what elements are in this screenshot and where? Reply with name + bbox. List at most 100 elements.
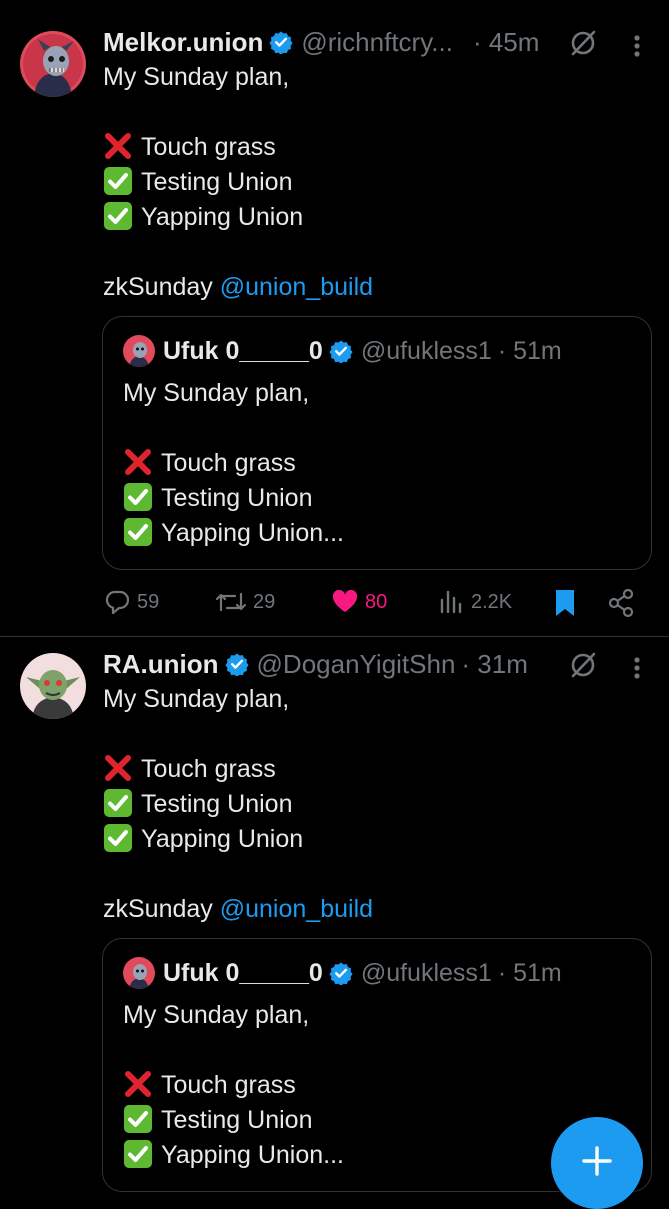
check-mark-emoji: [123, 1139, 153, 1169]
text-line: zkSunday @union_build: [103, 270, 373, 305]
verified-badge-icon: [269, 30, 293, 55]
reply-icon: [103, 588, 131, 616]
list-item-text: Testing Union: [141, 790, 293, 818]
verified-badge-icon: [224, 652, 249, 677]
repost-icon: [215, 588, 247, 616]
text-line: Touch grass: [123, 446, 344, 481]
list-item-text: Testing Union: [161, 484, 313, 512]
verified-badge-icon: [329, 339, 353, 364]
list-item-text: Yapping Union: [141, 825, 304, 853]
like-button[interactable]: 80: [331, 588, 387, 616]
tweet-text: My Sunday plan, Touch grass Testing Unio…: [103, 60, 373, 305]
hashtag-text: zkSunday: [103, 273, 220, 301]
user-handle[interactable]: @ufukless1: [361, 959, 492, 988]
text-line: My Sunday plan,: [103, 63, 290, 91]
quote-tweet[interactable]: Ufuk 0_____0 @ufukless1 · 51m My Sunday …: [102, 316, 652, 570]
user-handle[interactable]: @ufukless1: [361, 337, 492, 366]
list-item-text: Touch grass: [141, 133, 276, 161]
action-bar: 59 29 80 2.2K: [103, 584, 639, 624]
views-button[interactable]: 2.2K: [439, 588, 512, 616]
text-line: Testing Union: [123, 481, 344, 516]
display-name[interactable]: RA.union: [103, 649, 219, 680]
share-icon: [607, 588, 635, 618]
display-name[interactable]: Ufuk 0_____0: [163, 337, 323, 366]
avatar[interactable]: [123, 957, 155, 989]
repost-count: 29: [253, 590, 276, 613]
list-item-text: Touch grass: [161, 449, 296, 477]
text-line: Testing Union: [103, 787, 373, 822]
text-line: Testing Union: [123, 1103, 344, 1138]
text-line: My Sunday plan,: [123, 1001, 310, 1029]
timestamp[interactable]: · 51m: [498, 959, 562, 988]
mention-link[interactable]: @union_build: [220, 273, 373, 301]
quote-text: My Sunday plan, Touch grass Testing Unio…: [123, 998, 344, 1173]
cross-mark-emoji: [103, 131, 133, 161]
list-item-text: Testing Union: [161, 1106, 313, 1134]
reply-button[interactable]: 59: [103, 588, 159, 616]
check-mark-emoji: [123, 517, 153, 547]
list-item-text: Touch grass: [161, 1071, 296, 1099]
list-item-text: Yapping Union...: [161, 519, 344, 547]
tweet-header: RA.union @DoganYigitShn · 31m: [103, 646, 649, 682]
timestamp[interactable]: · 51m: [498, 337, 562, 366]
text-line: zkSunday @union_build: [103, 892, 373, 927]
check-mark-emoji: [123, 482, 153, 512]
reply-count: 59: [137, 590, 160, 613]
text-line: Touch grass: [103, 130, 373, 165]
avatar[interactable]: [123, 335, 155, 367]
list-item-text: Testing Union: [141, 168, 293, 196]
text-line: My Sunday plan,: [103, 685, 290, 713]
text-line: Testing Union: [103, 165, 373, 200]
tweet[interactable]: Melkor.union @richnftcry... · 45m My Sun…: [0, 0, 669, 636]
heart-icon: [331, 588, 359, 616]
timestamp[interactable]: · 45m: [473, 27, 539, 58]
quote-header: Ufuk 0_____0 @ufukless1 · 51m: [163, 955, 562, 991]
more-icon[interactable]: [632, 33, 642, 59]
compose-button[interactable]: [551, 1117, 643, 1209]
list-item-text: Touch grass: [141, 755, 276, 783]
bookmark-icon: [553, 588, 577, 618]
share-button[interactable]: [607, 588, 635, 618]
check-mark-emoji: [103, 788, 133, 818]
more-icon[interactable]: [632, 655, 642, 681]
quote-header: Ufuk 0_____0 @ufukless1 · 51m: [163, 333, 562, 369]
text-line: Touch grass: [123, 1068, 344, 1103]
check-mark-emoji: [103, 166, 133, 196]
text-line: My Sunday plan,: [123, 379, 310, 407]
timestamp[interactable]: · 31m: [461, 649, 527, 680]
cross-mark-emoji: [123, 447, 153, 477]
cross-mark-emoji: [123, 1069, 153, 1099]
repost-button[interactable]: 29: [215, 588, 275, 616]
check-mark-emoji: [123, 1104, 153, 1134]
display-name[interactable]: Ufuk 0_____0: [163, 959, 323, 988]
grok-icon[interactable]: [569, 651, 597, 679]
avatar[interactable]: [20, 31, 86, 97]
avatar[interactable]: [20, 653, 86, 719]
mention-link[interactable]: @union_build: [220, 895, 373, 923]
text-line: Yapping Union: [103, 822, 373, 857]
verified-badge-icon: [329, 961, 353, 986]
tweet[interactable]: RA.union @DoganYigitShn · 31m My Sunday …: [0, 637, 669, 1200]
list-item-text: Yapping Union: [141, 203, 304, 231]
text-line: Touch grass: [103, 752, 373, 787]
display-name[interactable]: Melkor.union: [103, 27, 263, 58]
user-handle[interactable]: @DoganYigitShn: [257, 649, 456, 680]
list-item-text: Yapping Union...: [161, 1141, 344, 1169]
hashtag-text: zkSunday: [103, 895, 220, 923]
bookmark-button[interactable]: [553, 588, 577, 618]
check-mark-emoji: [103, 201, 133, 231]
like-count: 80: [365, 590, 388, 613]
tweet-header: Melkor.union @richnftcry... · 45m: [103, 24, 649, 60]
text-line: Yapping Union...: [123, 1138, 344, 1173]
grok-icon[interactable]: [569, 29, 597, 57]
user-handle[interactable]: @richnftcry...: [301, 27, 453, 58]
compose-plus-icon: [580, 1144, 614, 1183]
views-icon: [439, 588, 465, 616]
quote-text: My Sunday plan, Touch grass Testing Unio…: [123, 376, 344, 551]
